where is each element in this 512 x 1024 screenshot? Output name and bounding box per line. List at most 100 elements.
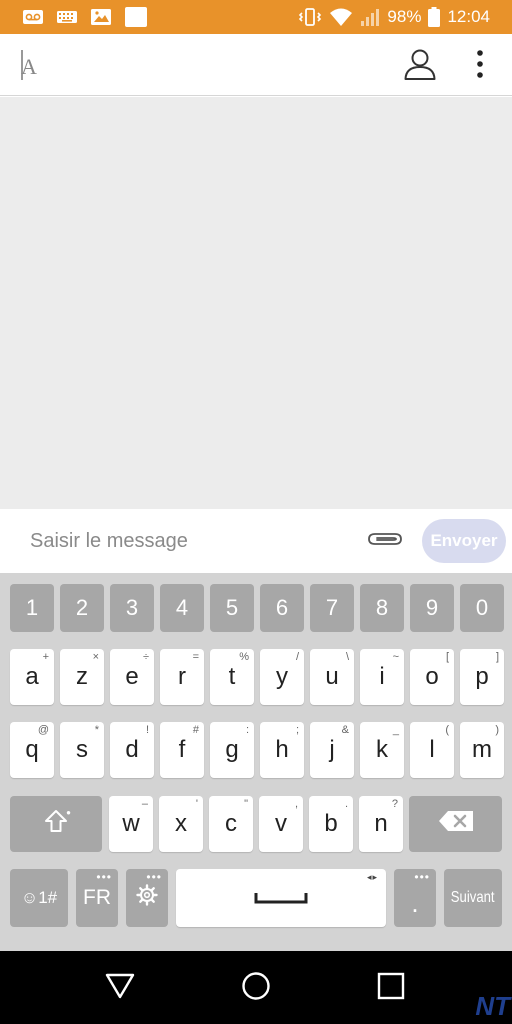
message-input[interactable] — [30, 523, 350, 559]
back-triangle-icon — [105, 972, 135, 1005]
settings-key[interactable]: ••• — [126, 869, 168, 927]
space-key[interactable]: ◂▸ — [176, 869, 386, 927]
key-3-label: 3 — [125, 595, 139, 620]
key-x-label: x — [175, 810, 187, 837]
key-o-label: o — [425, 663, 439, 690]
symbols-key[interactable]: ☺1# — [10, 869, 68, 927]
key-x-hint: ' — [195, 798, 198, 810]
key-g[interactable]: :g — [210, 722, 254, 778]
status-bar: 98% 12:04 — [0, 0, 512, 34]
key-t[interactable]: % t — [210, 649, 254, 705]
key-v[interactable]: ,v — [259, 796, 303, 852]
next-key-label: Suivant — [451, 889, 495, 906]
back-button[interactable] — [99, 967, 141, 1009]
key-j[interactable]: & j — [310, 722, 354, 778]
overflow-menu-button[interactable] — [466, 46, 494, 86]
key-p[interactable]: ] p — [460, 649, 504, 705]
key-5[interactable]: 5 — [210, 584, 254, 632]
send-button[interactable]: Envoyer — [422, 519, 506, 563]
home-button[interactable] — [235, 967, 277, 1009]
key-n-label: n — [374, 810, 388, 837]
key-a[interactable]: + a — [10, 649, 54, 705]
key-9[interactable]: 9 — [410, 584, 454, 632]
key-d[interactable]: ! d — [110, 722, 154, 778]
blank-square-icon — [124, 6, 148, 28]
key-0-label: 0 — [475, 595, 489, 620]
key-2[interactable]: 2 — [60, 584, 104, 632]
key-3[interactable]: 3 — [110, 584, 154, 632]
signal-icon — [360, 7, 380, 27]
key-c[interactable]: " c — [209, 796, 253, 852]
key-t-hint: % — [239, 651, 249, 663]
person-icon — [403, 47, 437, 86]
key-4[interactable]: 4 — [160, 584, 204, 632]
key-p-hint: ] — [495, 651, 499, 663]
attach-button[interactable] — [364, 527, 406, 555]
key-x[interactable]: ' x — [159, 796, 203, 852]
language-key-dots: ••• — [96, 870, 112, 884]
key-w[interactable]: – w — [109, 796, 153, 852]
key-h[interactable]: ; h — [260, 722, 304, 778]
key-n-hint: ? — [391, 798, 398, 810]
key-7[interactable]: 7 — [310, 584, 354, 632]
key-m[interactable]: ) m — [460, 722, 504, 778]
shift-key[interactable]: ● — [10, 796, 102, 852]
key-l[interactable]: (l — [410, 722, 454, 778]
contact-button[interactable] — [400, 46, 440, 86]
recents-button[interactable] — [370, 967, 412, 1009]
key-0[interactable]: 0 — [460, 584, 504, 632]
settings-key-dots: ••• — [146, 870, 162, 884]
key-e[interactable]: ÷ e — [110, 649, 154, 705]
key-s[interactable]: * s — [60, 722, 104, 778]
key-1[interactable]: 1 — [10, 584, 54, 632]
battery-percent: 98% — [387, 7, 422, 26]
key-z[interactable]: × z — [60, 649, 104, 705]
period-key[interactable]: ••• . — [394, 869, 436, 927]
language-key[interactable]: ••• FR — [76, 869, 118, 927]
key-6[interactable]: 6 — [260, 584, 304, 632]
recents-square-icon — [377, 972, 405, 1005]
key-8-label: 8 — [375, 595, 389, 620]
app-bar: A — [0, 34, 512, 96]
key-y-label: y — [276, 663, 288, 690]
key-o[interactable]: [o — [410, 649, 454, 705]
key-i-hint: ~ — [392, 651, 399, 663]
gear-icon — [136, 883, 158, 913]
key-f-hint: # — [192, 724, 199, 736]
key-t-label: t — [228, 663, 236, 690]
key-h-hint: ; — [295, 724, 299, 736]
next-key[interactable]: Suivant — [444, 869, 502, 927]
watermark: NT — [475, 991, 510, 1021]
key-a-label: a — [25, 663, 39, 690]
key-y[interactable]: / y — [260, 649, 304, 705]
key-n[interactable]: ? n — [359, 796, 403, 852]
key-u[interactable]: \ u — [310, 649, 354, 705]
key-z-label: z — [76, 663, 88, 690]
keyboard-icon — [56, 9, 78, 25]
key-2-label: 2 — [75, 595, 89, 620]
status-bar-left — [22, 6, 148, 28]
period-key-dots: ••• — [414, 870, 430, 884]
key-6-label: 6 — [275, 595, 289, 620]
key-9-label: 9 — [425, 595, 439, 620]
key-m-hint: ) — [495, 724, 499, 736]
backspace-key[interactable] — [409, 796, 502, 852]
recipient-input[interactable] — [20, 48, 360, 82]
key-c-hint: " — [244, 798, 248, 810]
key-5-label: 5 — [225, 595, 239, 620]
key-8[interactable]: 8 — [360, 584, 404, 632]
battery-icon — [428, 7, 441, 27]
key-k[interactable]: _ k — [360, 722, 404, 778]
voicemail-icon — [22, 9, 44, 25]
more-vert-icon — [476, 49, 484, 84]
key-q[interactable]: @ q — [10, 722, 54, 778]
vibrate-icon — [298, 7, 322, 27]
key-i[interactable]: ~ i — [360, 649, 404, 705]
key-r[interactable]: = r — [160, 649, 204, 705]
key-f[interactable]: # f — [160, 722, 204, 778]
key-i-label: i — [379, 663, 385, 690]
key-q-label: q — [25, 736, 39, 763]
key-b[interactable]: .b — [309, 796, 353, 852]
key-v-label: v — [275, 810, 287, 837]
key-r-label: r — [178, 663, 186, 690]
